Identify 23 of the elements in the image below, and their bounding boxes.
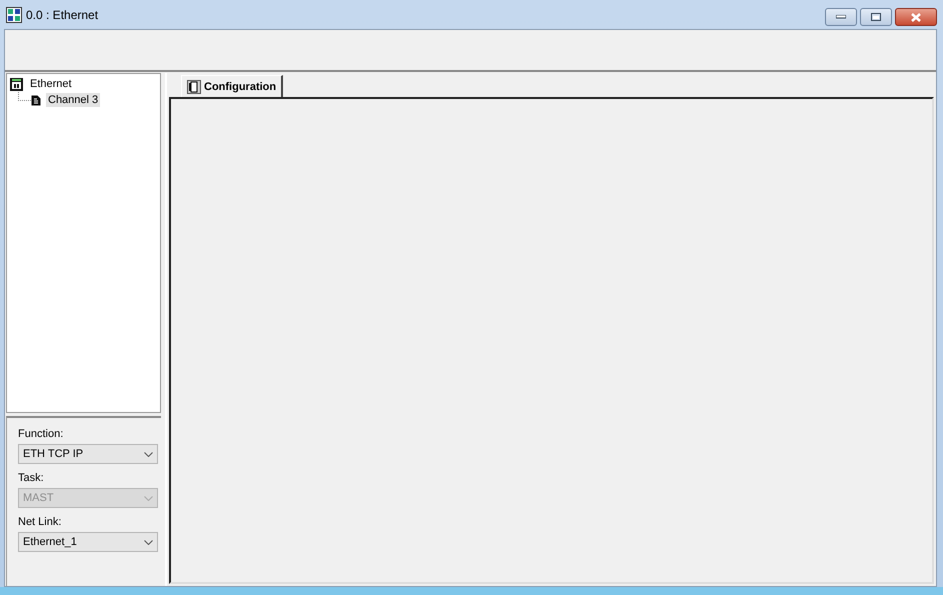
minimize-button[interactable] <box>825 8 857 26</box>
tree-item[interactable]: Channel 3 <box>46 93 100 107</box>
module-icon <box>187 80 201 94</box>
tree-item[interactable]: Ethernet <box>28 77 74 91</box>
tab[interactable]: Configuration <box>181 75 284 97</box>
close-icon <box>911 12 921 22</box>
close-button[interactable] <box>895 8 937 26</box>
maximize-button[interactable] <box>860 8 892 26</box>
maximize-icon <box>871 13 881 21</box>
field-label: Function: <box>18 428 64 440</box>
chevron-icon <box>144 496 153 500</box>
chevron-icon <box>144 540 153 544</box>
field-label: Net Link: <box>18 516 62 528</box>
document-icon <box>31 94 41 106</box>
module-icon <box>10 78 23 90</box>
dropdown[interactable]: Ethernet_1 <box>18 532 158 552</box>
minimize-icon <box>836 15 846 19</box>
chevron-icon <box>144 452 153 456</box>
dropdown[interactable]: ETH TCP IP <box>18 444 158 464</box>
field-label: Task: <box>18 472 45 484</box>
tree-connector-icon <box>18 92 31 101</box>
app-icon <box>6 6 22 22</box>
window-title: 0.0 : Ethernet <box>26 8 98 22</box>
